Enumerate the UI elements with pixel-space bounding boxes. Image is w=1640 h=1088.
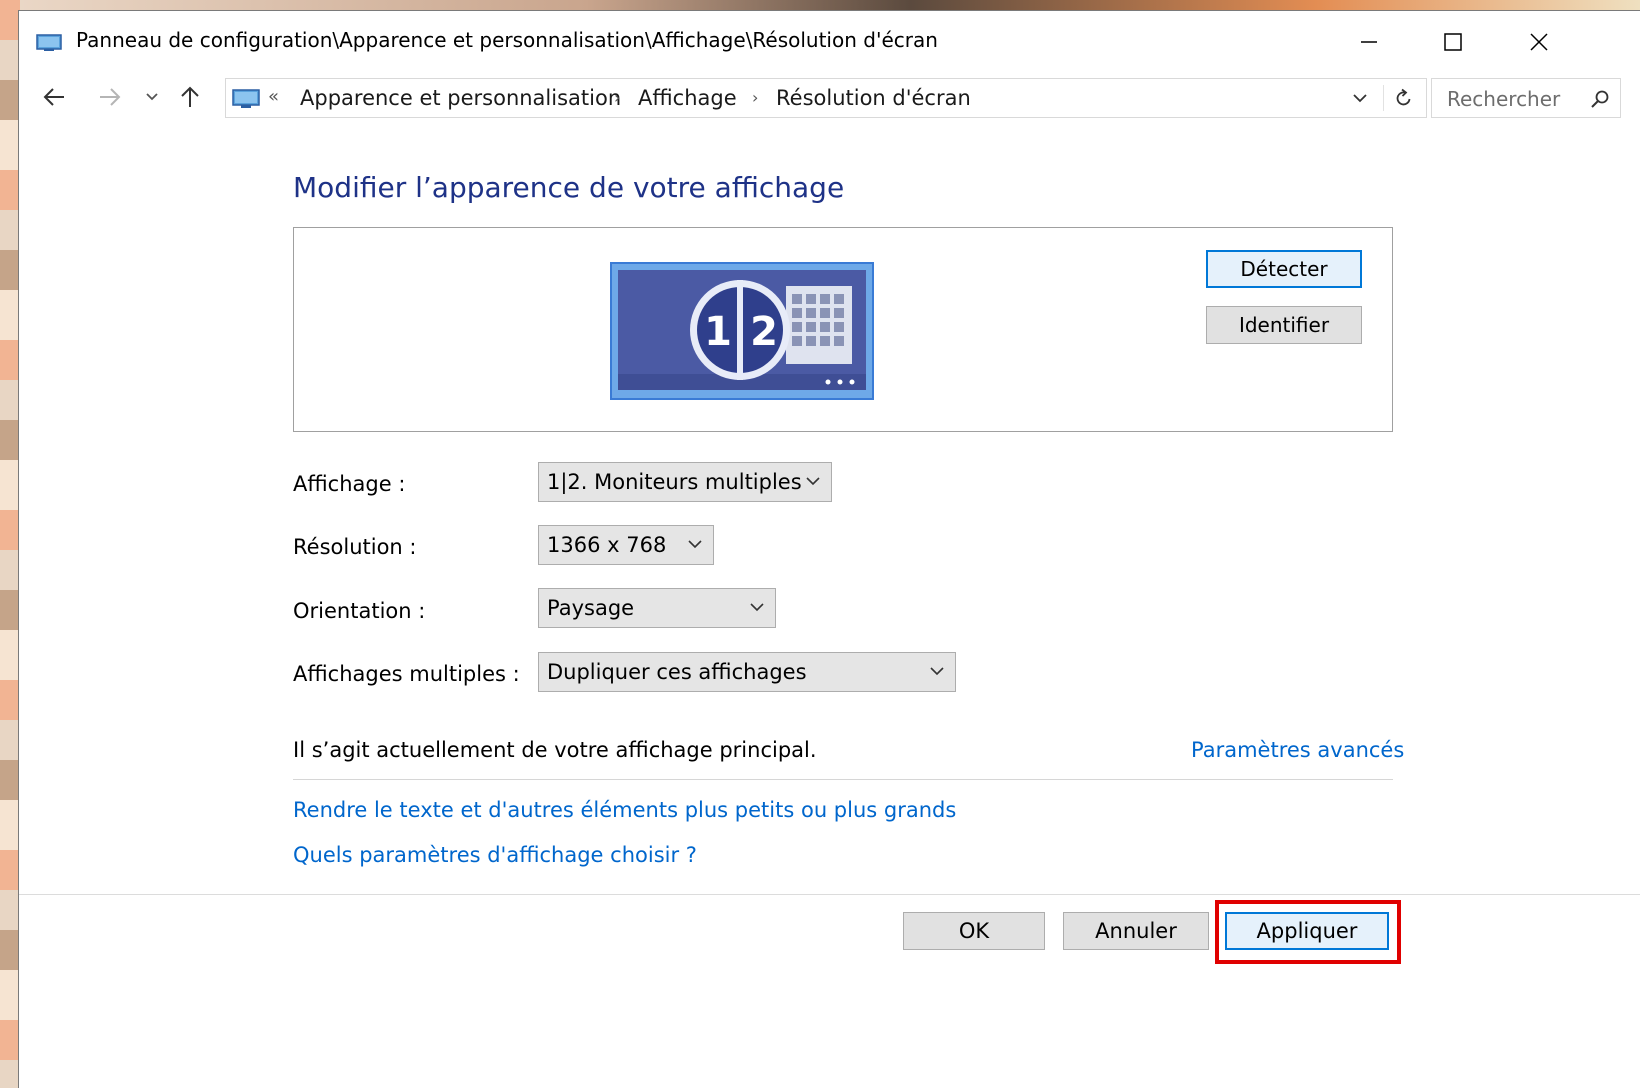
maximize-button[interactable] [1423, 19, 1483, 65]
breadcrumb-appearance[interactable]: Apparence et personnalisation [300, 86, 621, 110]
title-bar[interactable]: Panneau de configuration\Apparence et pe… [19, 11, 1640, 75]
identify-button[interactable]: Identifier [1206, 306, 1362, 344]
multiple-displays-select-value: Dupliquer ces affichages [547, 660, 807, 684]
text-size-link[interactable]: Rendre le texte et d'autres éléments plu… [293, 798, 956, 822]
resolution-select-value: 1366 x 768 [547, 533, 667, 557]
forward-button[interactable] [93, 81, 127, 113]
breadcrumb-resolution[interactable]: Résolution d'écran [776, 86, 971, 110]
address-bar[interactable]: « Apparence et personnalisation › Affich… [225, 78, 1427, 118]
desktop-background [0, 0, 20, 1088]
breadcrumb-display[interactable]: Affichage [638, 86, 737, 110]
monitor-arrangement-panel: 1 2 Détecter Identifier [293, 227, 1393, 432]
address-history-button[interactable] [1342, 79, 1378, 117]
chevron-down-icon [1353, 94, 1367, 103]
cancel-button[interactable]: Annuler [1063, 912, 1209, 950]
ok-button[interactable]: OK [903, 912, 1045, 950]
control-panel-icon [36, 34, 62, 51]
chevron-down-icon [806, 477, 820, 486]
display-settings-help-link[interactable]: Quels paramètres d'affichage choisir ? [293, 843, 697, 867]
orientation-select-value: Paysage [547, 596, 635, 620]
search-placeholder: Rechercher [1447, 87, 1561, 111]
breadcrumb-overflow[interactable]: « [268, 86, 279, 107]
close-icon [1530, 33, 1548, 51]
chevron-down-icon [930, 667, 944, 676]
display-select[interactable]: 1|2. Moniteurs multiples [538, 462, 832, 502]
monitor-display-icon[interactable]: 1 2 [610, 262, 874, 400]
navigation-bar: « Apparence et personnalisation › Affich… [19, 75, 1640, 121]
refresh-button[interactable] [1386, 79, 1422, 117]
monitor-1-label: 1 [704, 309, 732, 355]
close-button[interactable] [1509, 19, 1569, 65]
chevron-down-icon [146, 93, 158, 101]
minimize-icon [1361, 41, 1377, 43]
apply-button[interactable]: Appliquer [1225, 912, 1389, 950]
back-arrow-icon [43, 88, 64, 106]
search-icon [1591, 90, 1609, 108]
maximize-icon [1444, 33, 1462, 51]
control-panel-window: Panneau de configuration\Apparence et pe… [18, 10, 1640, 1088]
footer-divider [19, 894, 1640, 895]
refresh-icon [1396, 88, 1411, 106]
multiple-displays-label: Affichages multiples : [293, 662, 520, 686]
chevron-down-icon [750, 603, 764, 612]
breadcrumb-separator[interactable]: › [752, 88, 758, 107]
advanced-settings-link[interactable]: Paramètres avancés [1191, 738, 1404, 762]
address-bar-divider [1383, 85, 1384, 111]
orientation-label: Orientation : [293, 599, 426, 623]
display-label: Affichage : [293, 472, 406, 496]
forward-arrow-icon [100, 88, 121, 106]
resolution-select[interactable]: 1366 x 768 [538, 525, 714, 565]
display-select-value: 1|2. Moniteurs multiples [547, 470, 802, 494]
control-panel-icon [232, 89, 260, 108]
up-button[interactable] [175, 81, 205, 113]
orientation-select[interactable]: Paysage [538, 588, 776, 628]
page-title: Modifier l’apparence de votre affichage [293, 171, 845, 204]
detect-button[interactable]: Détecter [1206, 250, 1362, 288]
multiple-displays-select[interactable]: Dupliquer ces affichages [538, 652, 956, 692]
search-box[interactable]: Rechercher [1431, 78, 1621, 118]
window-title: Panneau de configuration\Apparence et pe… [76, 28, 938, 52]
up-arrow-icon [181, 86, 199, 107]
recent-locations-button[interactable] [141, 81, 163, 113]
primary-display-status: Il s’agit actuellement de votre affichag… [293, 738, 817, 762]
chevron-down-icon [688, 540, 702, 549]
breadcrumb-separator[interactable]: › [614, 88, 620, 107]
back-button[interactable] [37, 81, 71, 113]
monitor-2-label: 2 [750, 309, 778, 355]
divider [293, 779, 1393, 780]
resolution-label: Résolution : [293, 535, 417, 559]
minimize-button[interactable] [1339, 19, 1399, 65]
